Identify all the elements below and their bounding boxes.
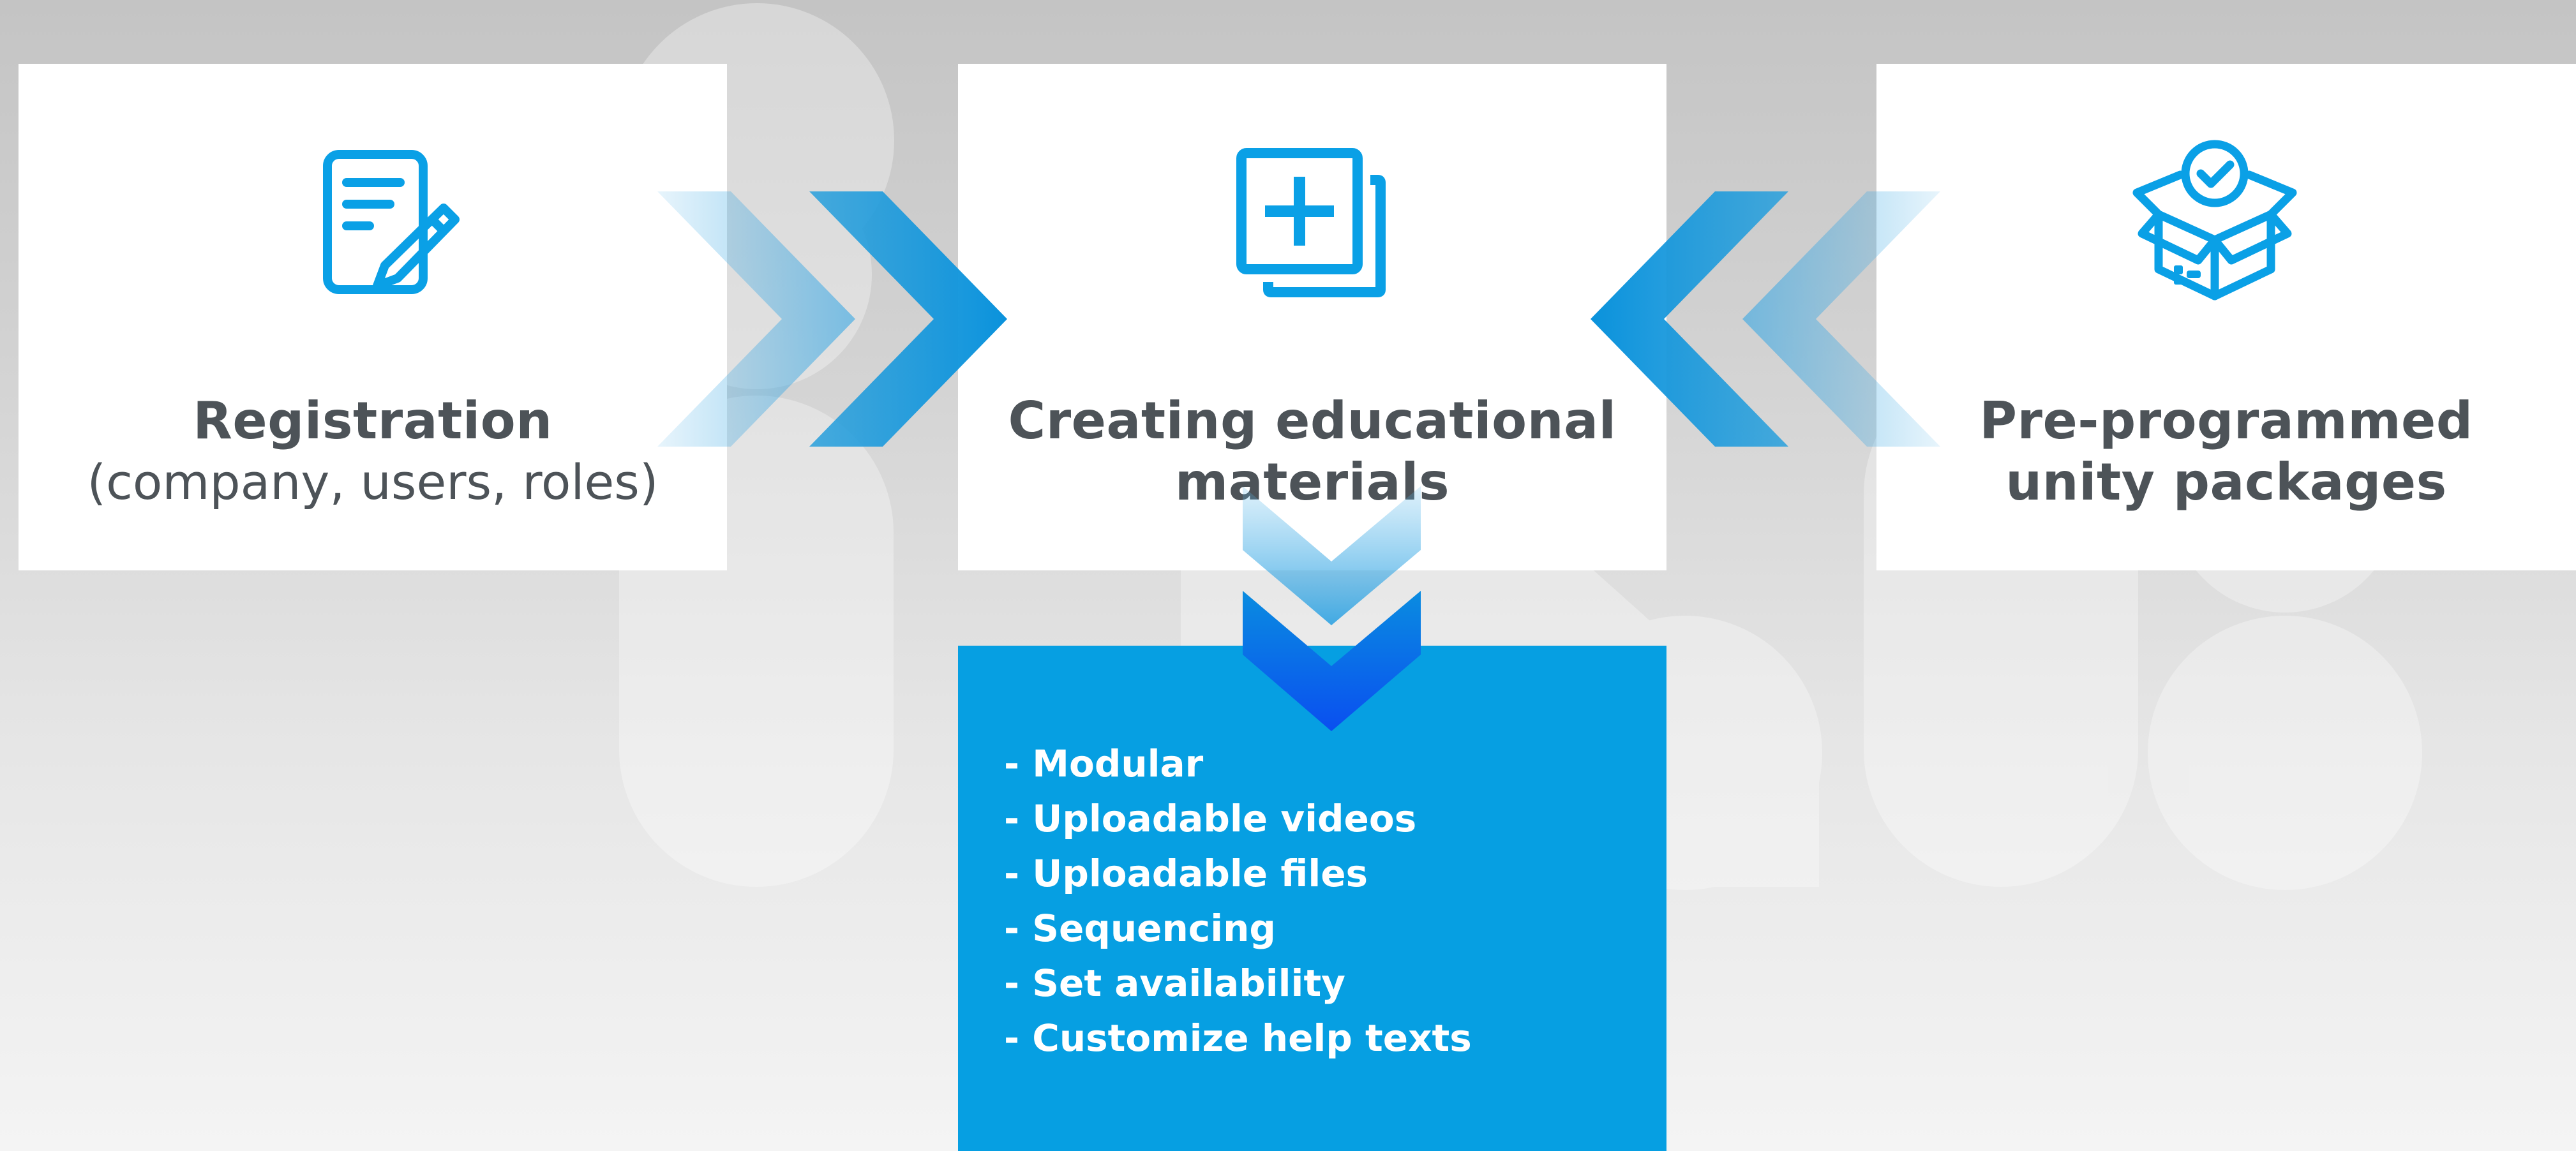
creating-materials-card: Creating educational materials	[958, 64, 1666, 570]
card-subtitle: (company, users, roles)	[87, 454, 659, 510]
feature-item: - Modular	[1004, 742, 1204, 785]
card-title: Registration	[193, 391, 553, 450]
card-title-line2: materials	[1174, 452, 1450, 512]
features-list: - Modular - Uploadable videos - Uploadab…	[1004, 736, 1472, 1066]
feature-item: - Uploadable videos	[1004, 797, 1417, 840]
open-box-check-icon	[2132, 140, 2297, 301]
card-title-line2: unity packages	[2005, 452, 2447, 512]
registration-card: Registration (company, users, roles)	[19, 64, 727, 570]
feature-item: - Customize help texts	[1004, 1016, 1472, 1060]
card-title-line1: Pre-programmed	[1979, 391, 2473, 450]
document-pen-icon	[323, 150, 460, 294]
card-title-line1: Creating educational	[1008, 391, 1617, 450]
feature-item: - Sequencing	[1004, 907, 1276, 950]
add-copy-icon	[1236, 148, 1386, 297]
unity-packages-card: Pre-programmed unity packages	[1876, 64, 2576, 570]
feature-item: - Set availability	[1004, 962, 1345, 1005]
features-panel: - Modular - Uploadable videos - Uploadab…	[958, 646, 1666, 1151]
feature-item: - Uploadable files	[1004, 852, 1368, 895]
